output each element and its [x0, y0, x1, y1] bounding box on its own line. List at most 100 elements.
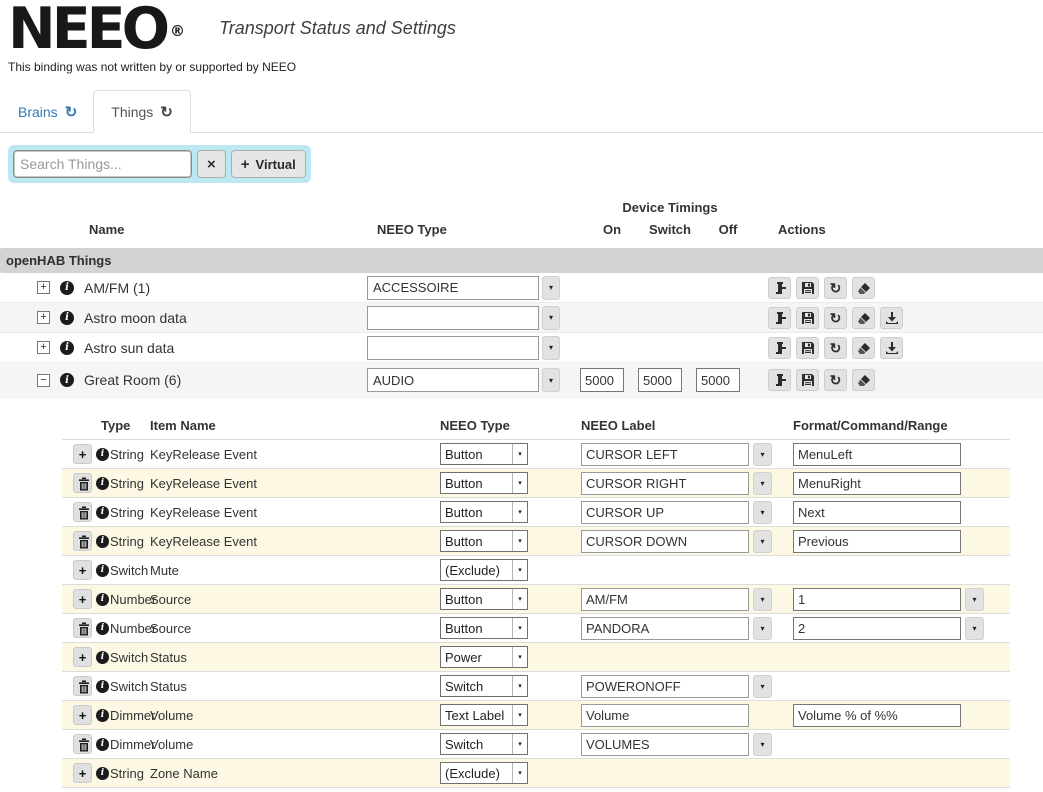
info-icon[interactable]: i: [96, 505, 109, 519]
timing-switch-input[interactable]: [638, 368, 682, 392]
info-icon[interactable]: i: [96, 679, 109, 693]
channel-neeo-type-select[interactable]: (Exclude) ▾: [440, 762, 528, 784]
channel-neeo-type-select[interactable]: Switch ▾: [440, 675, 528, 697]
delete-channel-button[interactable]: [73, 531, 92, 551]
delete-channel-button[interactable]: [73, 502, 92, 522]
save-thing-button[interactable]: [796, 336, 819, 359]
tab-brains[interactable]: Brains ↻: [2, 90, 93, 133]
delete-thing-button[interactable]: [852, 276, 875, 299]
channel-neeo-type-select[interactable]: Button ▾: [440, 617, 528, 639]
channel-neeo-type-select[interactable]: Button ▾: [440, 443, 528, 465]
neeo-type-dropdown-button[interactable]: ▾: [542, 368, 560, 392]
info-icon[interactable]: i: [60, 373, 74, 387]
channel-neeo-type-select[interactable]: Power ▾: [440, 646, 528, 668]
restore-thing-button[interactable]: [768, 336, 791, 359]
info-icon[interactable]: i: [96, 563, 109, 577]
format-input[interactable]: [793, 471, 961, 495]
refresh-thing-button[interactable]: ↻: [824, 336, 847, 359]
neeo-type-dropdown-button[interactable]: ▾: [542, 335, 560, 360]
neeo-label-input[interactable]: [581, 529, 749, 553]
export-thing-button[interactable]: [880, 336, 903, 359]
neeo-label-input[interactable]: [581, 587, 749, 611]
neeo-type-input[interactable]: [367, 305, 539, 330]
delete-thing-button[interactable]: [852, 336, 875, 359]
channel-neeo-type-select[interactable]: Button ▾: [440, 530, 528, 552]
neeo-label-input[interactable]: [581, 471, 749, 495]
export-thing-button[interactable]: [880, 306, 903, 329]
neeo-type-dropdown-button[interactable]: ▾: [542, 305, 560, 330]
format-input[interactable]: [793, 500, 961, 524]
tab-things[interactable]: Things ↻: [93, 90, 191, 133]
add-virtual-button[interactable]: + Virtual: [230, 150, 306, 178]
delete-channel-button[interactable]: [73, 618, 92, 638]
delete-channel-button[interactable]: [73, 734, 92, 754]
format-input[interactable]: [793, 442, 961, 466]
add-channel-button[interactable]: +: [73, 647, 92, 667]
collapse-minus-icon[interactable]: −: [37, 373, 50, 387]
label-dropdown-button[interactable]: ▾: [753, 674, 772, 698]
info-icon[interactable]: i: [96, 447, 109, 461]
restore-thing-button[interactable]: [768, 306, 791, 329]
channel-neeo-type-select[interactable]: Button ▾: [440, 588, 528, 610]
info-icon[interactable]: i: [96, 708, 109, 722]
restore-thing-button[interactable]: [768, 369, 791, 391]
channel-neeo-type-select[interactable]: Switch ▾: [440, 733, 528, 755]
label-dropdown-button[interactable]: ▾: [753, 471, 772, 495]
expand-plus-icon[interactable]: +: [37, 281, 50, 294]
delete-channel-button[interactable]: [73, 676, 92, 696]
info-icon[interactable]: i: [96, 737, 109, 751]
add-channel-button[interactable]: +: [73, 589, 92, 609]
save-thing-button[interactable]: [796, 276, 819, 299]
neeo-type-input[interactable]: [367, 368, 539, 392]
neeo-label-input[interactable]: [581, 616, 749, 640]
neeo-label-input[interactable]: [581, 732, 749, 756]
neeo-label-input[interactable]: [581, 703, 749, 727]
info-icon[interactable]: i: [96, 476, 109, 490]
info-icon[interactable]: i: [60, 310, 74, 325]
format-dropdown-button[interactable]: ▾: [965, 616, 984, 640]
refresh-thing-button[interactable]: ↻: [824, 369, 847, 391]
format-input[interactable]: [793, 616, 961, 640]
save-thing-button[interactable]: [796, 306, 819, 329]
channel-neeo-type-select[interactable]: (Exclude) ▾: [440, 559, 528, 581]
search-input[interactable]: [13, 150, 192, 178]
info-icon[interactable]: i: [96, 766, 109, 780]
channel-neeo-type-select[interactable]: Button ▾: [440, 472, 528, 494]
timing-on-input[interactable]: [580, 368, 624, 392]
info-icon[interactable]: i: [96, 592, 109, 606]
brains-refresh-icon[interactable]: ↻: [65, 103, 78, 121]
info-icon[interactable]: i: [60, 340, 74, 355]
save-thing-button[interactable]: [796, 369, 819, 391]
label-dropdown-button[interactable]: ▾: [753, 442, 772, 466]
add-channel-button[interactable]: +: [73, 705, 92, 725]
neeo-type-input[interactable]: [367, 335, 539, 360]
format-dropdown-button[interactable]: ▾: [965, 587, 984, 611]
things-refresh-icon[interactable]: ↻: [160, 103, 173, 121]
channel-neeo-type-select[interactable]: Button ▾: [440, 501, 528, 523]
channel-neeo-type-select[interactable]: Text Label ▾: [440, 704, 528, 726]
info-icon[interactable]: i: [60, 280, 74, 295]
expand-plus-icon[interactable]: +: [37, 341, 50, 354]
label-dropdown-button[interactable]: ▾: [753, 500, 772, 524]
delete-channel-button[interactable]: [73, 473, 92, 493]
refresh-thing-button[interactable]: ↻: [824, 276, 847, 299]
expand-plus-icon[interactable]: +: [37, 311, 50, 324]
label-dropdown-button[interactable]: ▾: [753, 587, 772, 611]
add-channel-button[interactable]: +: [73, 444, 92, 464]
neeo-type-dropdown-button[interactable]: ▾: [542, 275, 560, 300]
timing-off-input[interactable]: [696, 368, 740, 392]
neeo-label-input[interactable]: [581, 674, 749, 698]
label-dropdown-button[interactable]: ▾: [753, 529, 772, 553]
label-dropdown-button[interactable]: ▾: [753, 616, 772, 640]
label-dropdown-button[interactable]: ▾: [753, 732, 772, 756]
add-channel-button[interactable]: +: [73, 560, 92, 580]
info-icon[interactable]: i: [96, 534, 109, 548]
delete-thing-button[interactable]: [852, 306, 875, 329]
neeo-label-input[interactable]: [581, 442, 749, 466]
format-input[interactable]: [793, 587, 961, 611]
neeo-label-input[interactable]: [581, 500, 749, 524]
delete-thing-button[interactable]: [852, 369, 875, 391]
refresh-thing-button[interactable]: ↻: [824, 306, 847, 329]
add-channel-button[interactable]: +: [73, 763, 92, 783]
info-icon[interactable]: i: [96, 621, 109, 635]
